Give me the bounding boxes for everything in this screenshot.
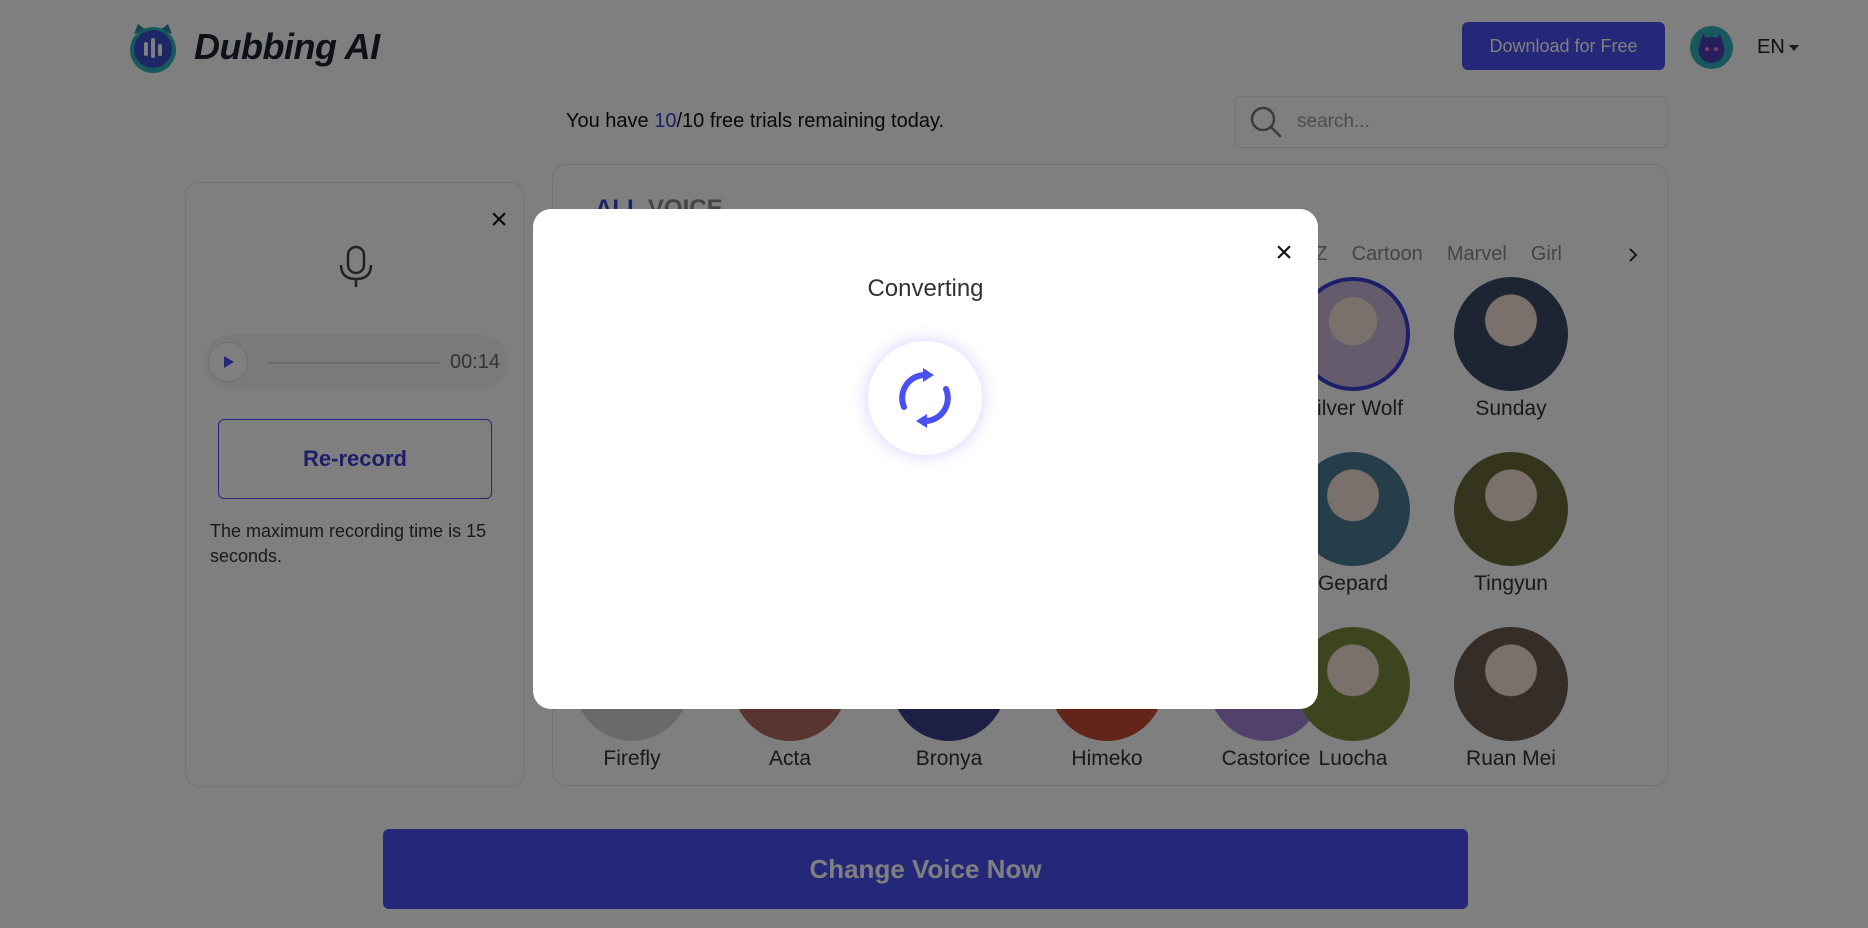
refresh-icon: [899, 368, 951, 428]
close-icon[interactable]: ×: [1271, 238, 1297, 268]
loading-spinner: [868, 341, 982, 455]
converting-dialog: × Converting: [533, 209, 1318, 709]
dialog-title: Converting: [867, 275, 984, 302]
